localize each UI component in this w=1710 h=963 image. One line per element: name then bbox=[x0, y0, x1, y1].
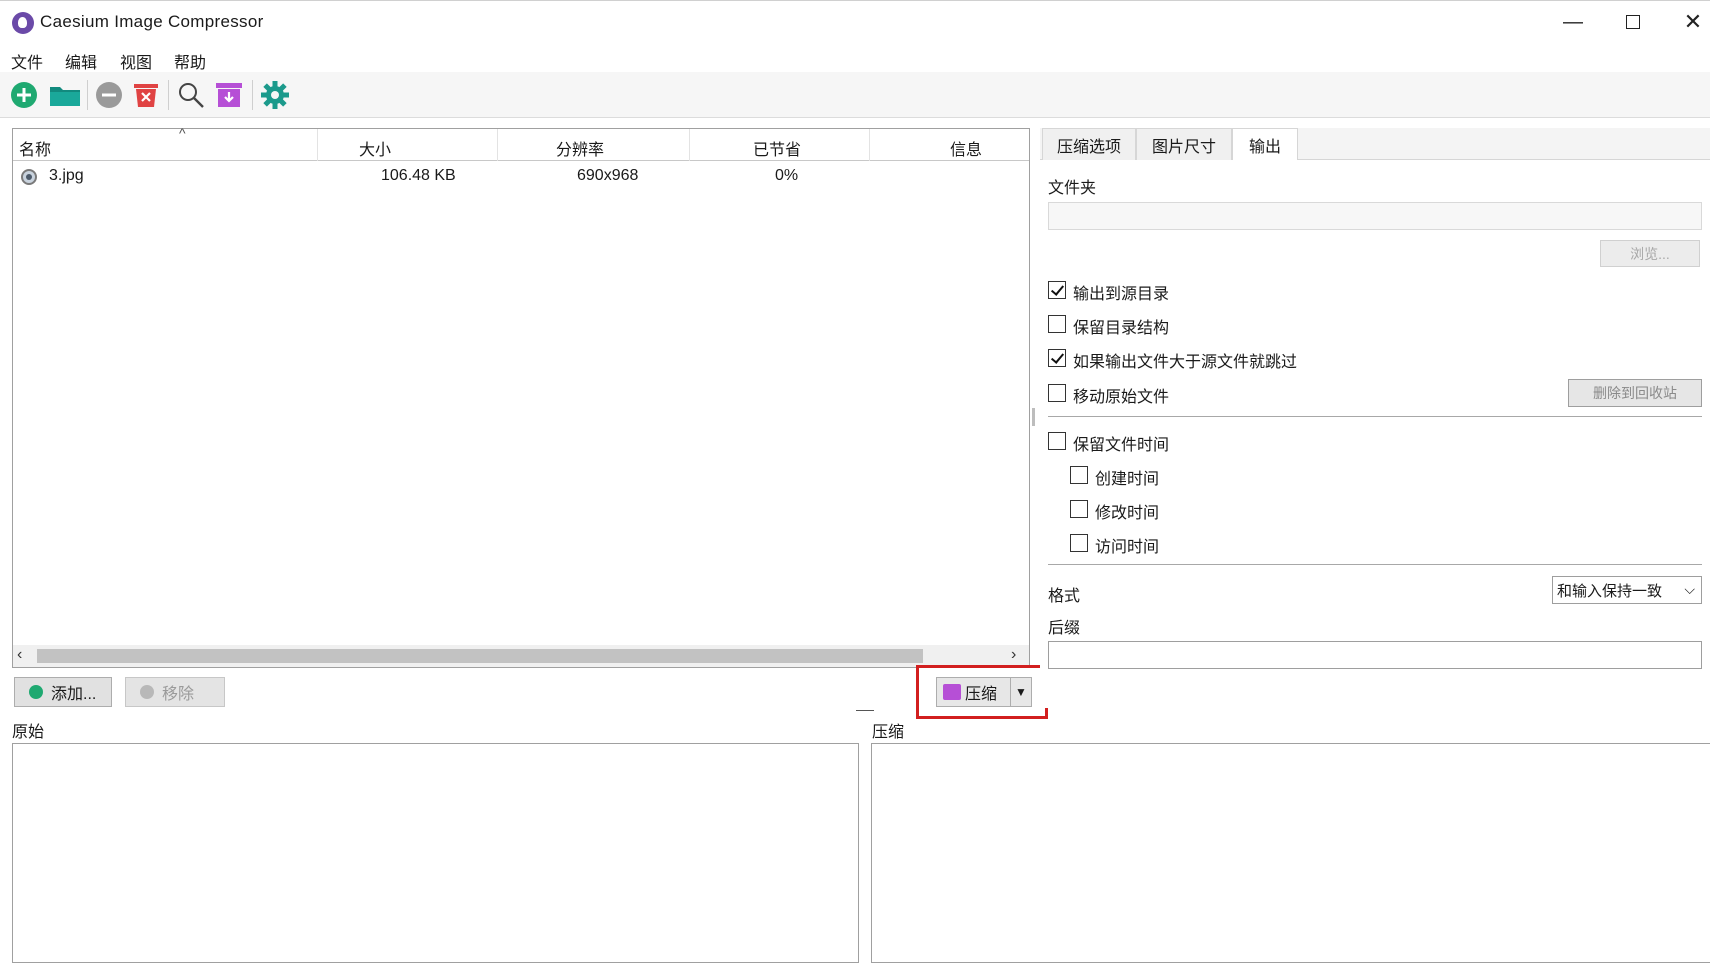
compress-archive-icon bbox=[216, 83, 242, 107]
checkbox-keep-file-time[interactable] bbox=[1048, 432, 1066, 450]
add-icon bbox=[29, 685, 43, 699]
caret-down-icon: ▼ bbox=[1015, 685, 1027, 699]
gear-icon bbox=[261, 81, 289, 109]
label-modified-time: 修改时间 bbox=[1095, 505, 1160, 522]
list-header: 名称 ^ 大小 分辨率 已节省 信息 bbox=[13, 125, 1029, 161]
column-header-resolution[interactable]: 分辨率 bbox=[556, 136, 604, 160]
column-divider bbox=[689, 129, 690, 161]
remove-button-toolbar[interactable] bbox=[94, 80, 124, 110]
add-icon bbox=[11, 82, 37, 108]
remove-button-label: 移除 bbox=[162, 686, 195, 703]
format-label: 格式 bbox=[1048, 588, 1081, 605]
menu-bar: 文件 编辑 视图 帮助 bbox=[0, 44, 1710, 72]
sort-ascending-icon: ^ bbox=[179, 125, 186, 141]
checkbox-accessed-time[interactable] bbox=[1070, 534, 1088, 552]
folder-input[interactable] bbox=[1048, 202, 1702, 230]
toolbar-separator bbox=[252, 80, 253, 110]
tab-compression-options[interactable]: 压缩选项 bbox=[1042, 128, 1136, 160]
suffix-label: 后缀 bbox=[1048, 620, 1081, 637]
toolbar bbox=[0, 72, 1710, 118]
compress-button-label: 压缩 bbox=[965, 686, 998, 703]
maximize-button[interactable] bbox=[1610, 6, 1656, 38]
column-header-name[interactable]: 名称 bbox=[19, 136, 51, 160]
search-icon bbox=[179, 83, 204, 108]
clear-list-icon bbox=[134, 84, 158, 107]
label-keep-file-time: 保留文件时间 bbox=[1073, 437, 1170, 454]
checkbox-created-time[interactable] bbox=[1070, 466, 1088, 484]
format-select[interactable]: 和输入保持一致 ⌵ bbox=[1552, 576, 1702, 604]
scroll-right-icon[interactable]: › bbox=[1011, 646, 1016, 664]
toolbar-separator bbox=[168, 80, 169, 110]
format-select-value: 和输入保持一致 bbox=[1557, 582, 1663, 600]
checkbox-skip-larger[interactable] bbox=[1048, 349, 1066, 367]
separator-line bbox=[1048, 416, 1702, 417]
original-preview-label: 原始 bbox=[12, 724, 45, 741]
compressed-preview-label: 压缩 bbox=[872, 724, 905, 741]
folder-label: 文件夹 bbox=[1048, 180, 1097, 197]
remove-icon bbox=[96, 82, 122, 108]
compressed-preview-pane bbox=[871, 743, 1710, 963]
compress-toolbar-button[interactable] bbox=[214, 80, 244, 110]
app-logo-icon bbox=[12, 12, 34, 34]
tab-image-size[interactable]: 图片尺寸 bbox=[1136, 128, 1232, 160]
separator-line bbox=[1048, 564, 1702, 565]
menu-edit[interactable]: 编辑 bbox=[65, 49, 97, 73]
cell-saved: 0% bbox=[775, 167, 799, 184]
column-divider bbox=[497, 129, 498, 161]
menu-file[interactable]: 文件 bbox=[11, 49, 43, 73]
cell-resolution: 690x968 bbox=[577, 167, 639, 184]
original-preview-pane bbox=[12, 743, 859, 963]
column-header-info[interactable]: 信息 bbox=[950, 136, 982, 160]
open-folder-icon bbox=[50, 87, 80, 106]
move-target-button[interactable]: 删除到回收站 bbox=[1568, 379, 1702, 407]
close-button[interactable]: ✕ bbox=[1670, 6, 1710, 38]
maximize-icon bbox=[1626, 15, 1640, 29]
add-button-label: 添加... bbox=[51, 686, 97, 703]
add-folder-button[interactable] bbox=[48, 80, 82, 110]
file-list[interactable]: 名称 ^ 大小 分辨率 已节省 信息 3.jpg 106.48 KB 690x9… bbox=[12, 125, 1030, 668]
checkbox-modified-time[interactable] bbox=[1070, 500, 1088, 518]
cell-size: 106.48 KB bbox=[381, 167, 456, 184]
chevron-down-icon: ⌵ bbox=[1684, 581, 1695, 597]
label-skip-larger: 如果输出文件大于源文件就跳过 bbox=[1073, 354, 1298, 371]
preview-button[interactable] bbox=[176, 80, 206, 110]
label-accessed-time: 访问时间 bbox=[1095, 539, 1160, 556]
label-move-original: 移动原始文件 bbox=[1073, 389, 1170, 406]
suffix-input[interactable] bbox=[1048, 641, 1702, 669]
checkbox-move-original[interactable] bbox=[1048, 384, 1066, 402]
compress-archive-icon bbox=[943, 684, 961, 700]
table-row[interactable]: 3.jpg 106.48 KB 690x968 0% bbox=[13, 161, 1029, 191]
image-file-icon bbox=[21, 169, 37, 185]
browse-button[interactable]: 浏览... bbox=[1600, 240, 1700, 267]
remove-icon bbox=[140, 685, 154, 699]
label-output-to-source: 输出到源目录 bbox=[1073, 286, 1170, 303]
column-divider bbox=[317, 129, 318, 161]
options-tabbar: 压缩选项 图片尺寸 输出 bbox=[1040, 128, 1710, 161]
column-header-saved[interactable]: 已节省 bbox=[753, 136, 801, 160]
panel-splitter-handle[interactable] bbox=[1032, 408, 1035, 426]
add-button[interactable]: 添加... bbox=[14, 677, 112, 707]
window-title: Caesium Image Compressor bbox=[40, 12, 264, 31]
splitter-grip[interactable] bbox=[856, 710, 874, 711]
checkbox-keep-structure[interactable] bbox=[1048, 315, 1066, 333]
horizontal-scrollbar[interactable]: ‹ › bbox=[13, 645, 1029, 667]
settings-button[interactable] bbox=[260, 80, 290, 110]
menu-help[interactable]: 帮助 bbox=[174, 49, 206, 73]
minimize-button[interactable]: — bbox=[1550, 6, 1596, 38]
compress-dropdown-button[interactable]: ▼ bbox=[1010, 677, 1032, 707]
add-files-button[interactable] bbox=[9, 80, 39, 110]
checkbox-output-to-source[interactable] bbox=[1048, 281, 1066, 299]
cell-name: 3.jpg bbox=[49, 167, 84, 184]
menu-view[interactable]: 视图 bbox=[120, 49, 152, 73]
clear-list-button[interactable] bbox=[131, 80, 161, 110]
scrollbar-thumb[interactable] bbox=[37, 649, 923, 663]
column-header-size[interactable]: 大小 bbox=[359, 136, 391, 160]
tab-output[interactable]: 输出 bbox=[1232, 128, 1298, 161]
scroll-left-icon[interactable]: ‹ bbox=[17, 646, 22, 664]
label-keep-structure: 保留目录结构 bbox=[1073, 320, 1170, 337]
toolbar-separator bbox=[87, 80, 88, 110]
column-divider bbox=[869, 129, 870, 161]
label-created-time: 创建时间 bbox=[1095, 471, 1160, 488]
remove-button[interactable]: 移除 bbox=[125, 677, 225, 707]
